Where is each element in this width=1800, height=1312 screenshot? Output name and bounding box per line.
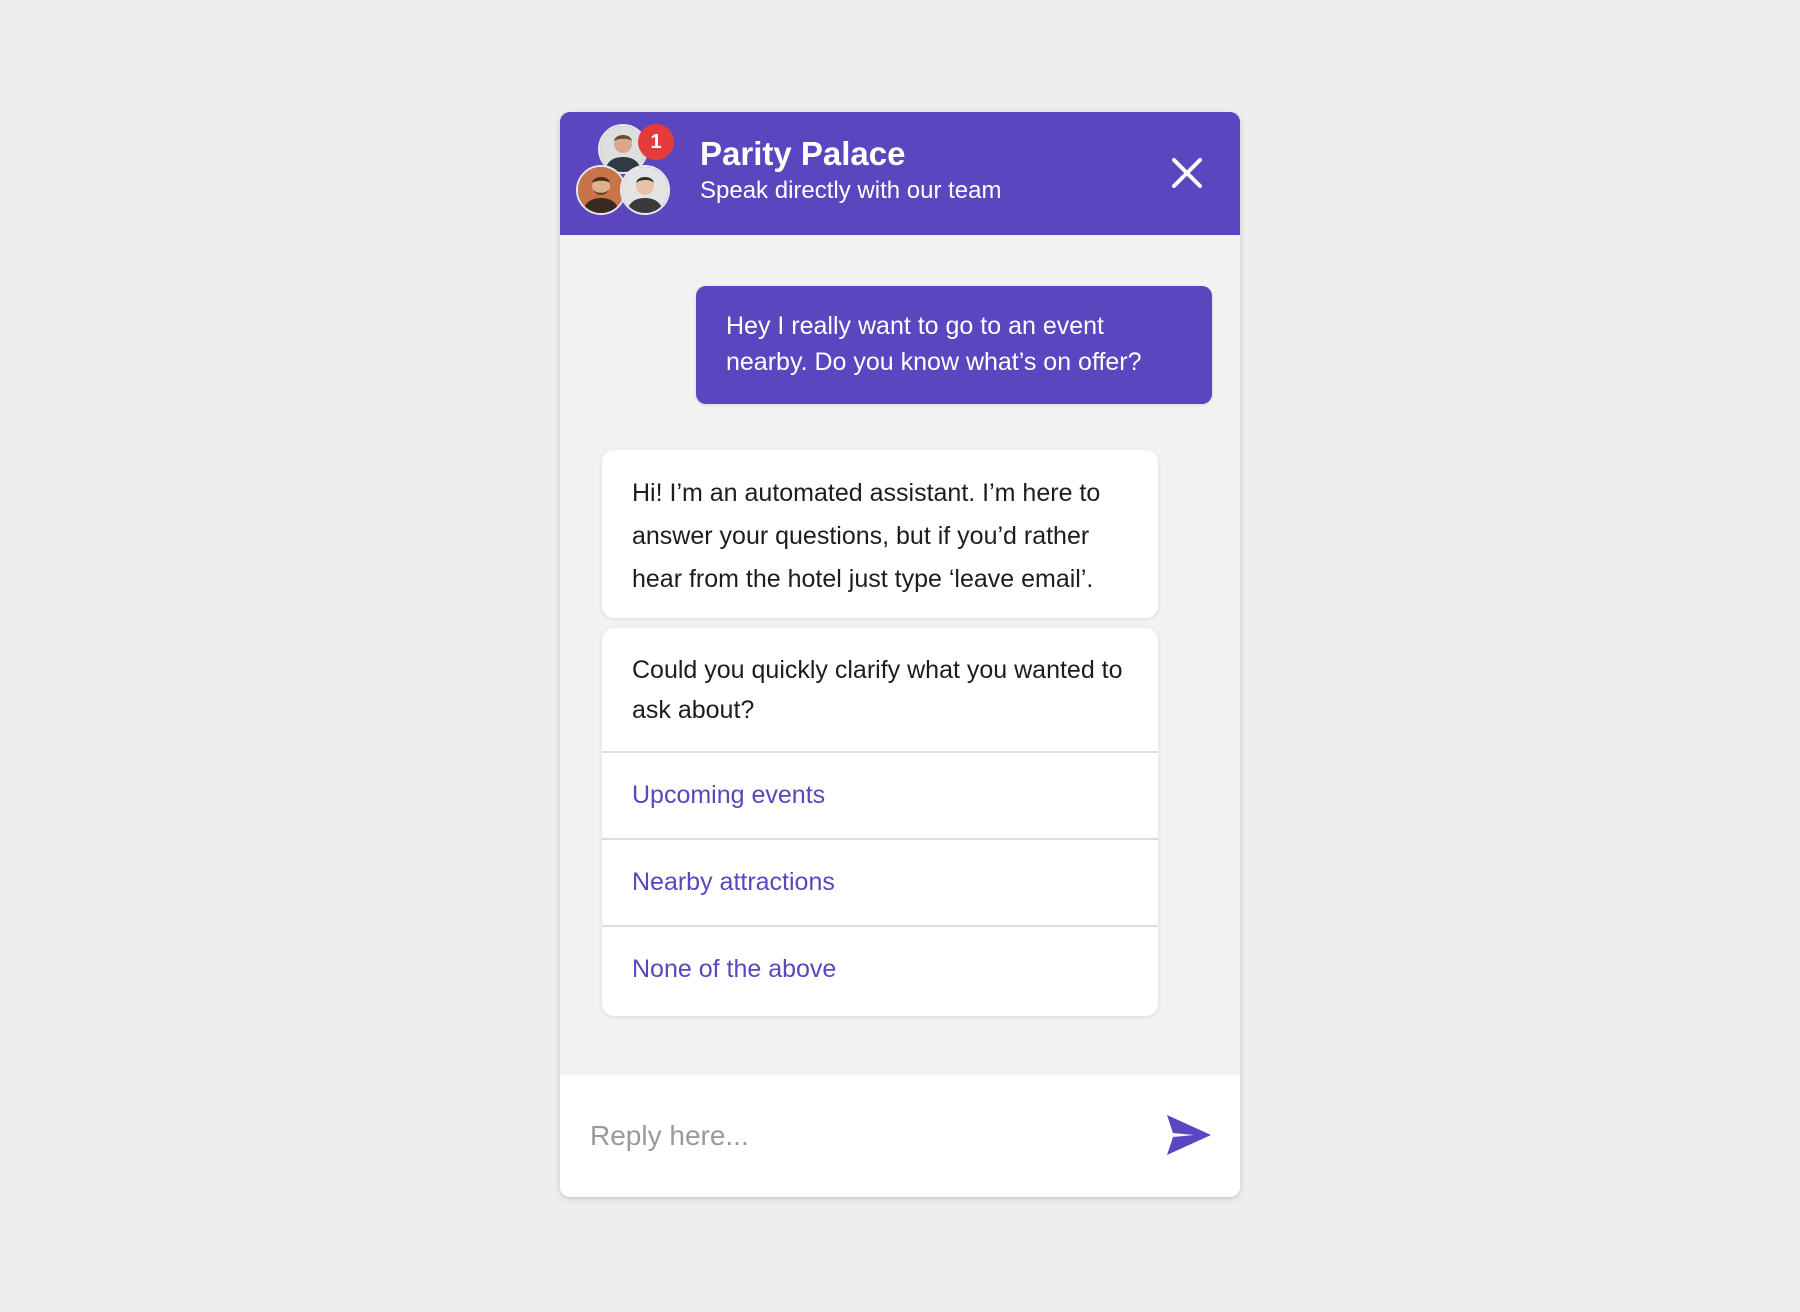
user-message: Hey I really want to go to an event near… [696,286,1212,404]
option-nearby-attractions[interactable]: Nearby attractions [602,840,1158,927]
team-avatars: 1 [576,124,686,224]
avatar [576,165,626,215]
chat-subtitle: Speak directly with our team [700,177,1002,204]
avatar [620,165,670,215]
chat-header: 1 Parity Palace Speak directly with our … [560,112,1240,235]
option-upcoming-events[interactable]: Upcoming events [602,753,1158,840]
bot-question: Could you quickly clarify what you wante… [602,628,1158,753]
chat-title: Parity Palace [700,135,906,172]
bot-message: Hi! I’m an automated assistant. I’m here… [602,450,1158,618]
close-icon [1172,158,1202,188]
send-button[interactable] [1164,1111,1214,1159]
quick-reply-card: Could you quickly clarify what you wante… [602,628,1158,1016]
person-avatar-icon [622,167,668,213]
chat-widget: 1 Parity Palace Speak directly with our … [560,112,1240,1197]
reply-bar [560,1075,1240,1197]
close-button[interactable] [1166,152,1208,194]
notification-badge: 1 [638,124,674,160]
option-none-of-the-above[interactable]: None of the above [602,927,1158,1014]
person-avatar-icon [578,167,624,213]
send-icon [1167,1115,1211,1155]
reply-input[interactable] [590,1105,1150,1167]
